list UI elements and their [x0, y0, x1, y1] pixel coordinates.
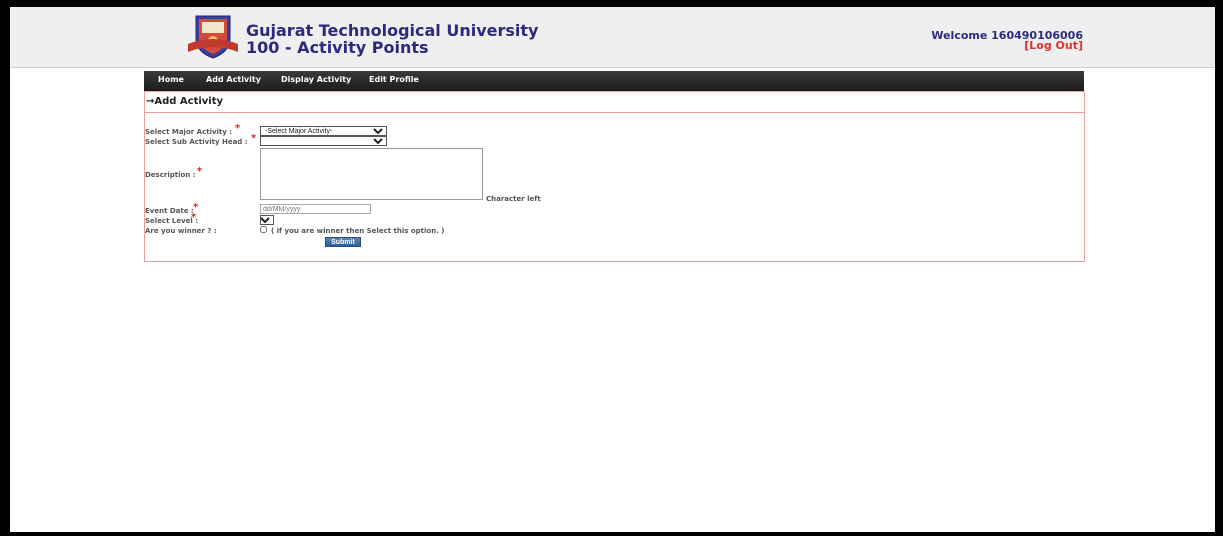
- major-activity-required-mark: *: [235, 123, 241, 134]
- description-required-mark: *: [197, 166, 203, 177]
- panel-title: →Add Activity: [146, 96, 224, 107]
- logout-link[interactable]: [Log Out]: [1024, 39, 1083, 52]
- description-textarea[interactable]: [260, 148, 483, 200]
- level-required-mark: *: [191, 212, 197, 223]
- level-select[interactable]: [260, 215, 274, 225]
- nav-home[interactable]: Home: [158, 75, 184, 84]
- nav-add-activity[interactable]: Add Activity: [206, 75, 261, 84]
- character-left-text: Character left: [486, 195, 541, 203]
- main-navbar: Home Add Activity Display Activity Edit …: [144, 71, 1084, 91]
- event-date-label: Event Date :: [145, 207, 194, 215]
- sub-activity-select[interactable]: [260, 136, 387, 146]
- sub-activity-required-mark: *: [251, 133, 257, 144]
- winner-hint-text: ( if you are winner then Select this opt…: [271, 227, 445, 235]
- site-header: Gujarat Technological University 100 - A…: [10, 7, 1215, 68]
- add-activity-panel: →Add Activity Select Major Activity : * …: [144, 91, 1085, 262]
- event-date-input[interactable]: [260, 204, 371, 214]
- submit-button[interactable]: Submit: [325, 237, 361, 247]
- major-activity-label: Select Major Activity :: [145, 128, 233, 136]
- app-name: 100 - Activity Points: [246, 38, 429, 57]
- major-activity-select[interactable]: -Select Major Activity-: [260, 126, 387, 136]
- description-label: Description :: [145, 171, 196, 179]
- sub-activity-label: Select Sub Activity Head :: [145, 138, 248, 146]
- browser-viewport: Gujarat Technological University 100 - A…: [10, 7, 1215, 532]
- panel-divider: [145, 112, 1084, 113]
- university-logo: [188, 15, 238, 59]
- nav-display-activity[interactable]: Display Activity: [281, 75, 351, 84]
- winner-label: Are you winner ? :: [145, 227, 217, 235]
- nav-edit-profile[interactable]: Edit Profile: [369, 75, 419, 84]
- winner-checkbox[interactable]: [260, 226, 267, 233]
